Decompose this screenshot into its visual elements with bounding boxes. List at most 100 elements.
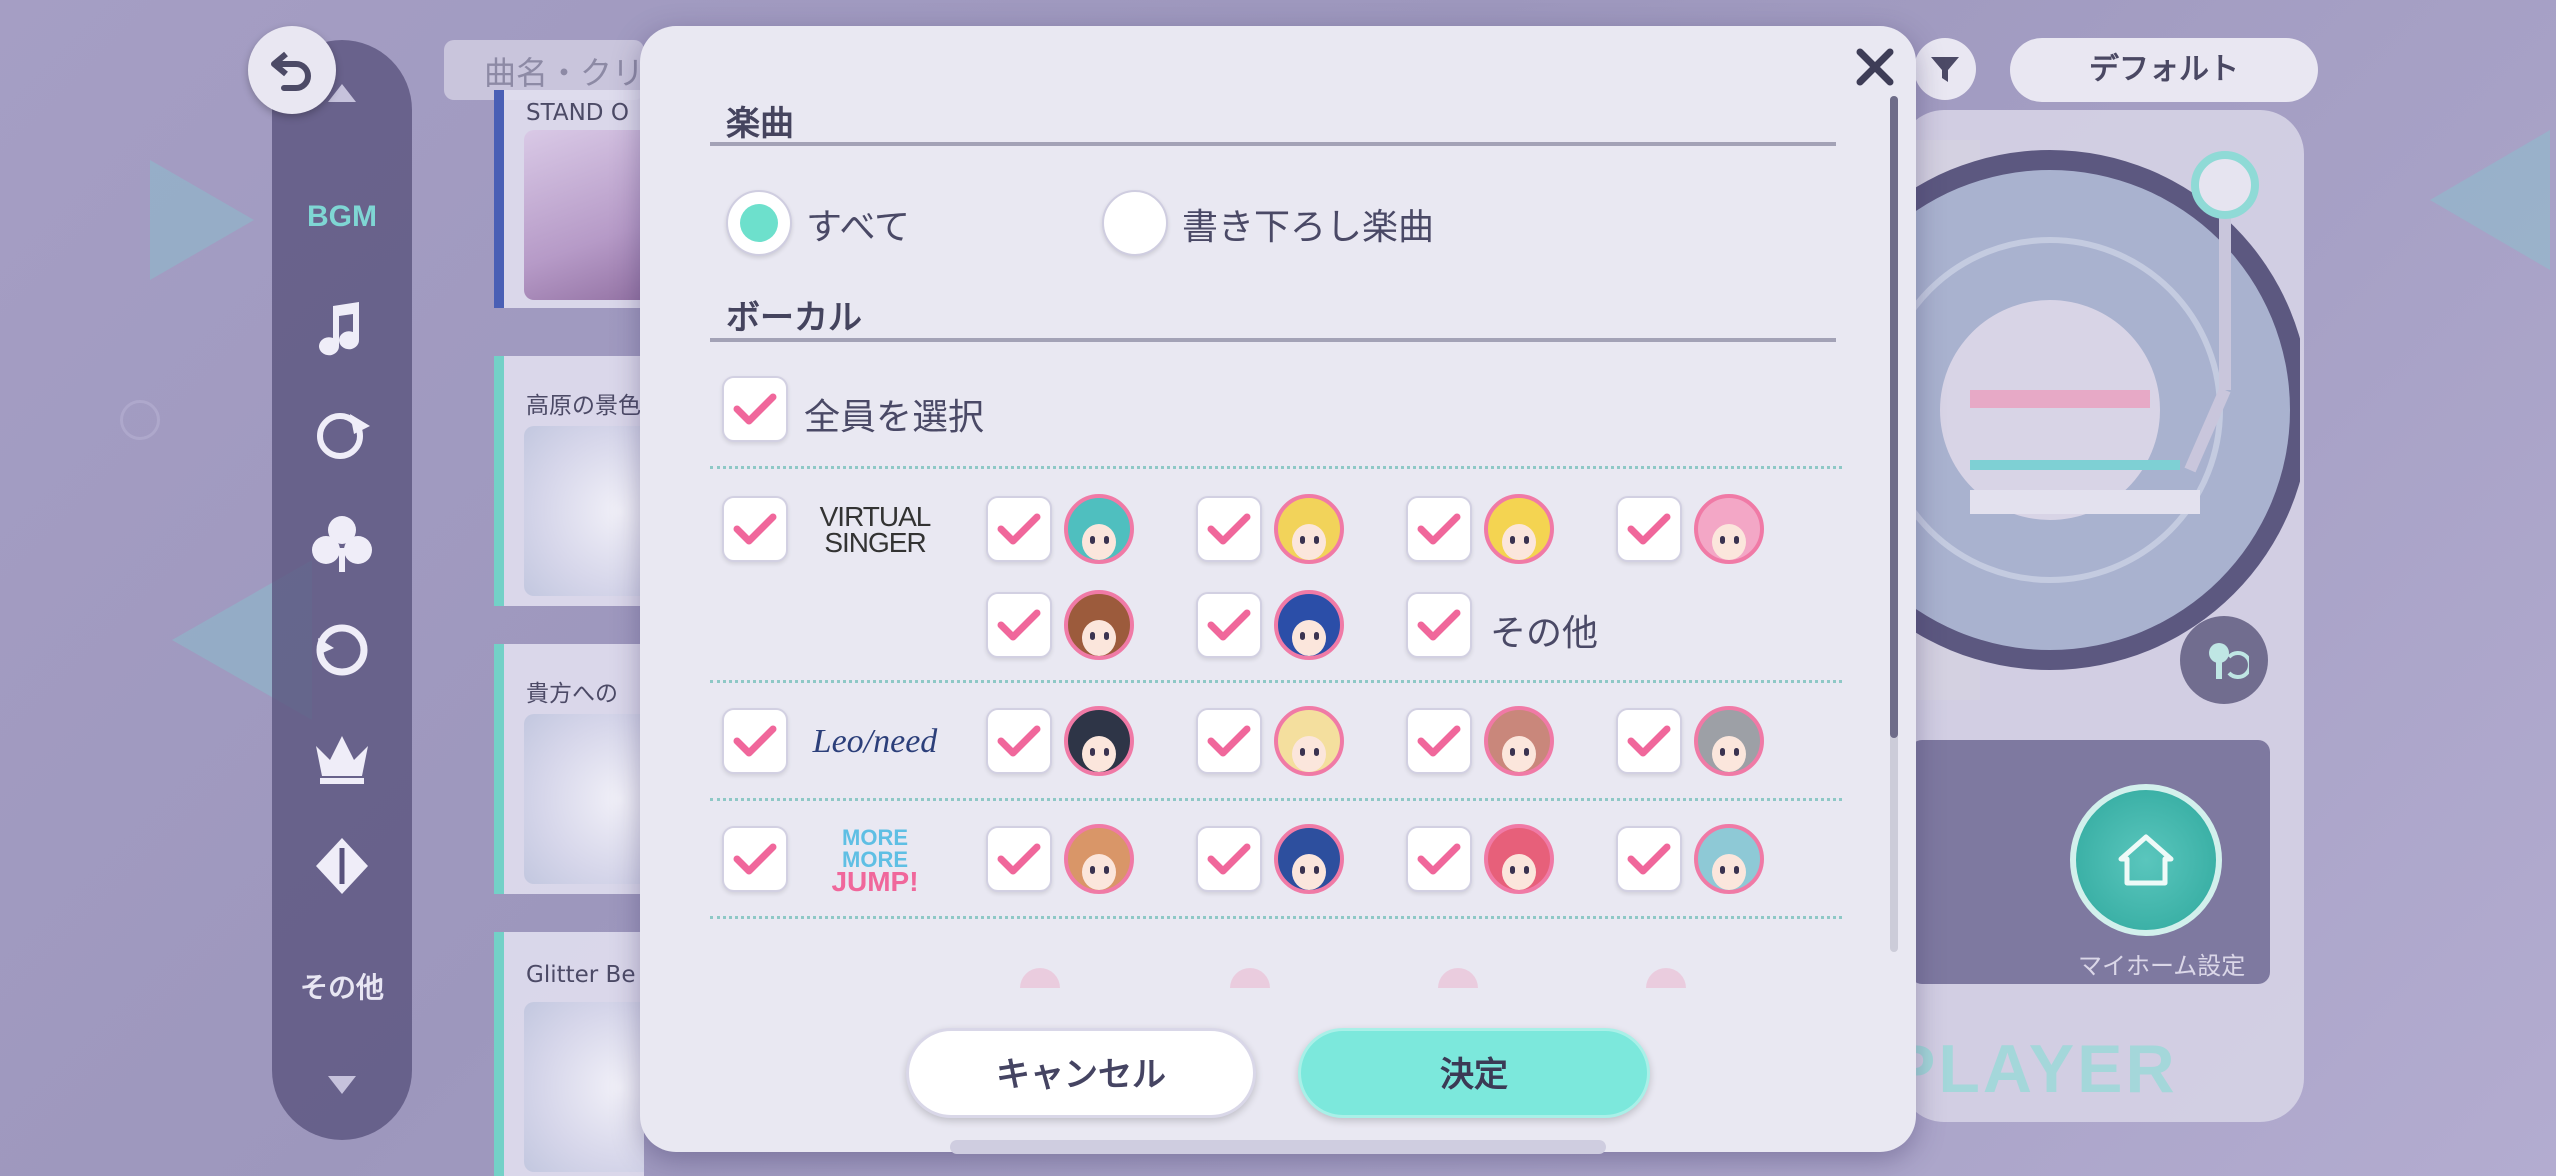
avatar-minori — [1064, 824, 1134, 894]
select-all-checkbox[interactable] — [722, 376, 788, 442]
more-more-jump-logo: MORE MORE JUMP! — [831, 825, 919, 897]
leo-need-logo: Leo/need — [812, 723, 938, 760]
sidebar-item-bgm[interactable]: BGM — [272, 200, 412, 234]
unit-checkbox-virtual-singer[interactable] — [722, 496, 788, 562]
member-checkbox-meiko[interactable] — [986, 592, 1052, 658]
member-checkbox-rin[interactable] — [1196, 496, 1262, 562]
select-all-label[interactable]: 全員を選択 — [804, 388, 984, 440]
avatar-kaito — [1274, 590, 1344, 660]
unit-checkbox-more-more-jump[interactable] — [722, 826, 788, 892]
avatar-shizuku — [1694, 824, 1764, 894]
song-card[interactable]: 貴方への — [494, 644, 644, 894]
member-checkbox-other[interactable] — [1406, 592, 1472, 658]
song-card[interactable]: Glitter Be — [494, 932, 644, 1176]
member-checkbox-shizuku[interactable] — [1616, 826, 1682, 892]
avatar-saki — [1274, 706, 1344, 776]
category-sidebar: BGM その他 — [272, 40, 412, 1140]
divider — [710, 466, 1842, 469]
section-title-song: 楽曲 — [726, 104, 794, 144]
back-arrow-icon — [271, 51, 311, 91]
avatar-ichika — [1064, 706, 1134, 776]
check-icon — [1417, 843, 1461, 875]
sidebar-item-nightcord[interactable] — [272, 834, 412, 898]
next-unit-row-partial — [750, 968, 1810, 1008]
back-button[interactable] — [248, 26, 336, 114]
virtual-singer-logo: VIRTUAL SINGER — [819, 501, 932, 558]
member-checkbox-airi[interactable] — [1406, 826, 1472, 892]
sidebar-item-crown[interactable] — [272, 730, 412, 786]
member-checkbox-miku[interactable] — [986, 496, 1052, 562]
filter-dialog: 楽曲 すべて 書き下ろし楽曲 ボーカル 全員を選択 VIRTUAL SINGER … — [640, 26, 1916, 1152]
sidebar-item-music[interactable] — [272, 298, 412, 358]
clover-icon — [312, 516, 372, 572]
confirm-button[interactable]: 決定 — [1298, 1028, 1650, 1118]
sidebar-item-clover[interactable] — [272, 512, 412, 574]
home-settings-button[interactable] — [2070, 784, 2222, 936]
member-checkbox-haruka[interactable] — [1196, 826, 1262, 892]
scroll-down-icon[interactable] — [328, 1076, 356, 1094]
avatar-shiho — [1694, 706, 1764, 776]
check-icon — [1207, 725, 1251, 757]
sidebar-item-leo-need[interactable] — [272, 402, 412, 466]
radio-original-songs-label[interactable]: 書き下ろし楽曲 — [1182, 198, 1434, 250]
member-checkbox-saki[interactable] — [1196, 708, 1262, 774]
check-icon — [997, 725, 1041, 757]
song-title: 貴方への — [526, 681, 618, 707]
divider — [710, 680, 1842, 683]
avatar-airi — [1484, 824, 1554, 894]
song-thumbnail — [524, 130, 644, 300]
filter-icon — [1931, 57, 1959, 82]
member-checkbox-len[interactable] — [1406, 496, 1472, 562]
divider — [710, 142, 1836, 146]
background-decoration — [2430, 130, 2550, 270]
sidebar-item-vivid[interactable] — [272, 618, 412, 682]
background-decoration — [120, 400, 160, 440]
avatar-haruka — [1274, 824, 1344, 894]
divider — [710, 916, 1842, 919]
sidebar-item-other[interactable]: その他 — [272, 966, 412, 1006]
member-checkbox-minori[interactable] — [986, 826, 1052, 892]
song-card[interactable]: STAND O — [494, 90, 644, 308]
radio-original-songs[interactable] — [1102, 190, 1168, 256]
radio-all[interactable] — [726, 190, 792, 256]
check-icon — [733, 725, 777, 757]
song-thumbnail — [524, 714, 644, 884]
member-checkbox-shiho[interactable] — [1616, 708, 1682, 774]
radio-selected-dot — [740, 204, 778, 242]
nightcord-icon — [316, 838, 368, 894]
member-checkbox-ichika[interactable] — [986, 708, 1052, 774]
check-icon — [1207, 609, 1251, 641]
avatar-rin — [1274, 494, 1344, 564]
check-icon — [1627, 843, 1671, 875]
avatar-luka — [1694, 494, 1764, 564]
member-checkbox-luka[interactable] — [1616, 496, 1682, 562]
member-checkbox-honami[interactable] — [1406, 708, 1472, 774]
check-icon — [997, 843, 1041, 875]
filter-button[interactable] — [1914, 38, 1976, 100]
close-button[interactable] — [1846, 38, 1904, 96]
other-vocal-label[interactable]: その他 — [1490, 604, 1598, 656]
check-icon — [733, 393, 777, 425]
cancel-button[interactable]: キャンセル — [906, 1028, 1256, 1118]
member-checkbox-kaito[interactable] — [1196, 592, 1262, 658]
divider — [710, 338, 1836, 342]
song-card[interactable]: 高原の景色 — [494, 356, 644, 606]
microphone-icon — [2209, 643, 2249, 679]
check-icon — [997, 513, 1041, 545]
song-title: STAND O — [526, 100, 629, 126]
check-icon — [733, 513, 777, 545]
unit-checkbox-leo-need[interactable] — [722, 708, 788, 774]
avatar-meiko — [1064, 590, 1134, 660]
section-title-vocal: ボーカル — [726, 298, 862, 338]
music-note-icon — [319, 302, 360, 356]
check-icon — [1627, 725, 1671, 757]
home-settings-label: マイホーム設定 — [2078, 952, 2246, 980]
check-icon — [1207, 843, 1251, 875]
default-sort-button[interactable]: デフォルト — [2010, 38, 2318, 102]
close-icon — [1856, 48, 1894, 86]
record-player — [1880, 140, 2300, 700]
divider — [710, 798, 1842, 801]
dialog-scrollbar-thumb[interactable] — [1890, 96, 1898, 738]
radio-all-label[interactable]: すべて — [806, 198, 910, 250]
vocal-change-button[interactable] — [2180, 616, 2268, 704]
